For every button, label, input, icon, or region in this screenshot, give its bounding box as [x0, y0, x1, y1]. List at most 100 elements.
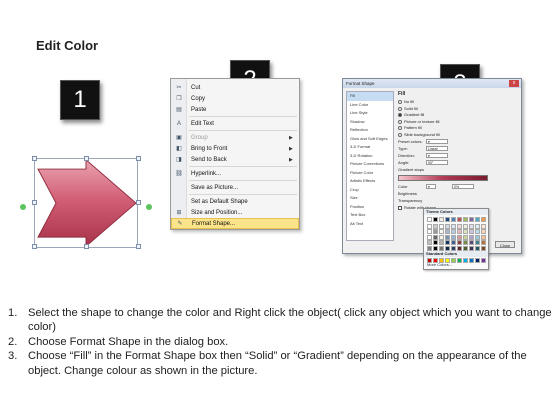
standard-color-swatch[interactable]	[475, 258, 480, 263]
theme-color-swatch[interactable]	[469, 217, 474, 222]
theme-color-swatch[interactable]	[427, 234, 432, 240]
menu-item-group[interactable]: ▣ Group ▶	[171, 132, 299, 143]
close-icon[interactable]: x	[509, 80, 519, 87]
theme-color-swatch[interactable]	[481, 234, 486, 240]
theme-color-swatch[interactable]	[463, 234, 468, 240]
resize-handle[interactable]	[136, 200, 141, 205]
theme-color-swatch[interactable]	[457, 234, 462, 240]
theme-color-swatch[interactable]	[475, 234, 480, 240]
resize-handle[interactable]	[136, 244, 141, 249]
theme-color-swatch[interactable]	[427, 229, 432, 235]
category-fill[interactable]: Fill	[347, 92, 393, 101]
menu-item-send-to-back[interactable]: ◨ Send to Back ▶	[171, 154, 299, 165]
category-item[interactable]: Reflection	[347, 126, 393, 135]
theme-color-swatch[interactable]	[481, 229, 486, 235]
standard-color-swatch[interactable]	[463, 258, 468, 263]
theme-color-swatch[interactable]	[457, 240, 462, 246]
close-button[interactable]: Close	[495, 241, 515, 248]
theme-color-swatch[interactable]	[469, 234, 474, 240]
theme-color-swatch[interactable]	[445, 223, 450, 229]
theme-color-swatch[interactable]	[427, 223, 432, 229]
category-item[interactable]: Size	[347, 194, 393, 203]
theme-color-swatch[interactable]	[475, 246, 480, 251]
theme-color-swatch[interactable]	[451, 229, 456, 235]
theme-color-swatch[interactable]	[433, 246, 438, 251]
theme-color-swatch[interactable]	[445, 234, 450, 240]
theme-color-swatch[interactable]	[469, 229, 474, 235]
theme-color-swatch[interactable]	[445, 229, 450, 235]
theme-color-swatch[interactable]	[475, 223, 480, 229]
menu-item-cut[interactable]: ✂ Cut	[171, 82, 299, 93]
theme-color-swatch[interactable]	[463, 246, 468, 251]
theme-color-swatch[interactable]	[433, 240, 438, 246]
category-item[interactable]: Crop	[347, 186, 393, 195]
category-item[interactable]: Line Color	[347, 101, 393, 110]
theme-color-swatch[interactable]	[463, 223, 468, 229]
standard-color-swatch[interactable]	[469, 258, 474, 263]
theme-color-swatch[interactable]	[451, 217, 456, 222]
selected-shape-area[interactable]	[20, 156, 152, 249]
theme-color-swatch[interactable]	[475, 217, 480, 222]
angle-field[interactable]: 90°	[426, 160, 448, 165]
category-item[interactable]: Glow and Soft Edges	[347, 135, 393, 144]
rotation-handle[interactable]	[146, 204, 152, 210]
menu-item-edit-text[interactable]: A Edit Text	[171, 118, 299, 129]
category-item[interactable]: Picture Corrections	[347, 160, 393, 169]
theme-color-swatch[interactable]	[439, 223, 444, 229]
category-item[interactable]: Artistic Effects	[347, 177, 393, 186]
category-item[interactable]: Line Style	[347, 109, 393, 118]
theme-color-swatch[interactable]	[427, 246, 432, 251]
menu-item-format-shape[interactable]: ✎ Format Shape...	[171, 218, 299, 229]
menu-item-size-position[interactable]: ⊞ Size and Position...	[171, 207, 299, 218]
preset-dropdown[interactable]: ▾	[426, 139, 448, 144]
menu-item-set-default-shape[interactable]: Set as Default Shape	[171, 196, 299, 207]
theme-color-swatch[interactable]	[439, 234, 444, 240]
menu-item-bring-to-front[interactable]: ◧ Bring to Front ▶	[171, 143, 299, 154]
resize-handle[interactable]	[32, 156, 37, 161]
menu-item-paste[interactable]: ▤ Paste	[171, 104, 299, 115]
theme-color-swatch[interactable]	[427, 240, 432, 246]
standard-color-swatch[interactable]	[451, 258, 456, 263]
category-item[interactable]: 3-D Format	[347, 143, 393, 152]
theme-color-swatch[interactable]	[463, 240, 468, 246]
theme-color-swatch[interactable]	[445, 217, 450, 222]
theme-color-swatch[interactable]	[457, 246, 462, 251]
theme-color-swatch[interactable]	[481, 246, 486, 251]
color-picker-button[interactable]: ▾	[426, 184, 436, 189]
type-dropdown[interactable]: Linear	[426, 146, 448, 151]
theme-color-swatch[interactable]	[475, 240, 480, 246]
theme-color-swatch[interactable]	[451, 240, 456, 246]
arrow-shape[interactable]	[22, 158, 152, 248]
theme-color-swatch[interactable]	[427, 217, 432, 222]
category-item[interactable]: Position	[347, 203, 393, 212]
menu-item-save-as-picture[interactable]: Save as Picture...	[171, 182, 299, 193]
standard-color-swatch[interactable]	[433, 258, 438, 263]
rotation-handle[interactable]	[20, 204, 26, 210]
theme-color-swatch[interactable]	[451, 223, 456, 229]
category-item[interactable]: Picture Color	[347, 169, 393, 178]
gradient-stops-bar[interactable]	[398, 175, 488, 181]
menu-item-copy[interactable]: ❐ Copy	[171, 93, 299, 104]
theme-color-swatch[interactable]	[481, 223, 486, 229]
theme-color-swatch[interactable]	[457, 217, 462, 222]
theme-color-swatch[interactable]	[475, 229, 480, 235]
theme-color-swatch[interactable]	[463, 217, 468, 222]
standard-color-swatch[interactable]	[427, 258, 432, 263]
theme-color-swatch[interactable]	[481, 217, 486, 222]
theme-color-swatch[interactable]	[439, 229, 444, 235]
category-item[interactable]: Shadow	[347, 118, 393, 127]
theme-color-swatch[interactable]	[469, 223, 474, 229]
standard-color-swatch[interactable]	[439, 258, 444, 263]
menu-item-hyperlink[interactable]: ⛓ Hyperlink...	[171, 168, 299, 179]
position-field[interactable]: 0%	[452, 184, 474, 189]
resize-handle[interactable]	[32, 244, 37, 249]
theme-color-swatch[interactable]	[445, 240, 450, 246]
theme-color-swatch[interactable]	[433, 223, 438, 229]
theme-color-swatch[interactable]	[439, 217, 444, 222]
theme-color-swatch[interactable]	[445, 246, 450, 251]
theme-color-swatch[interactable]	[433, 217, 438, 222]
theme-color-swatch[interactable]	[469, 240, 474, 246]
category-item[interactable]: Text Box	[347, 211, 393, 220]
category-item[interactable]: 3-D Rotation	[347, 152, 393, 161]
theme-color-swatch[interactable]	[463, 229, 468, 235]
